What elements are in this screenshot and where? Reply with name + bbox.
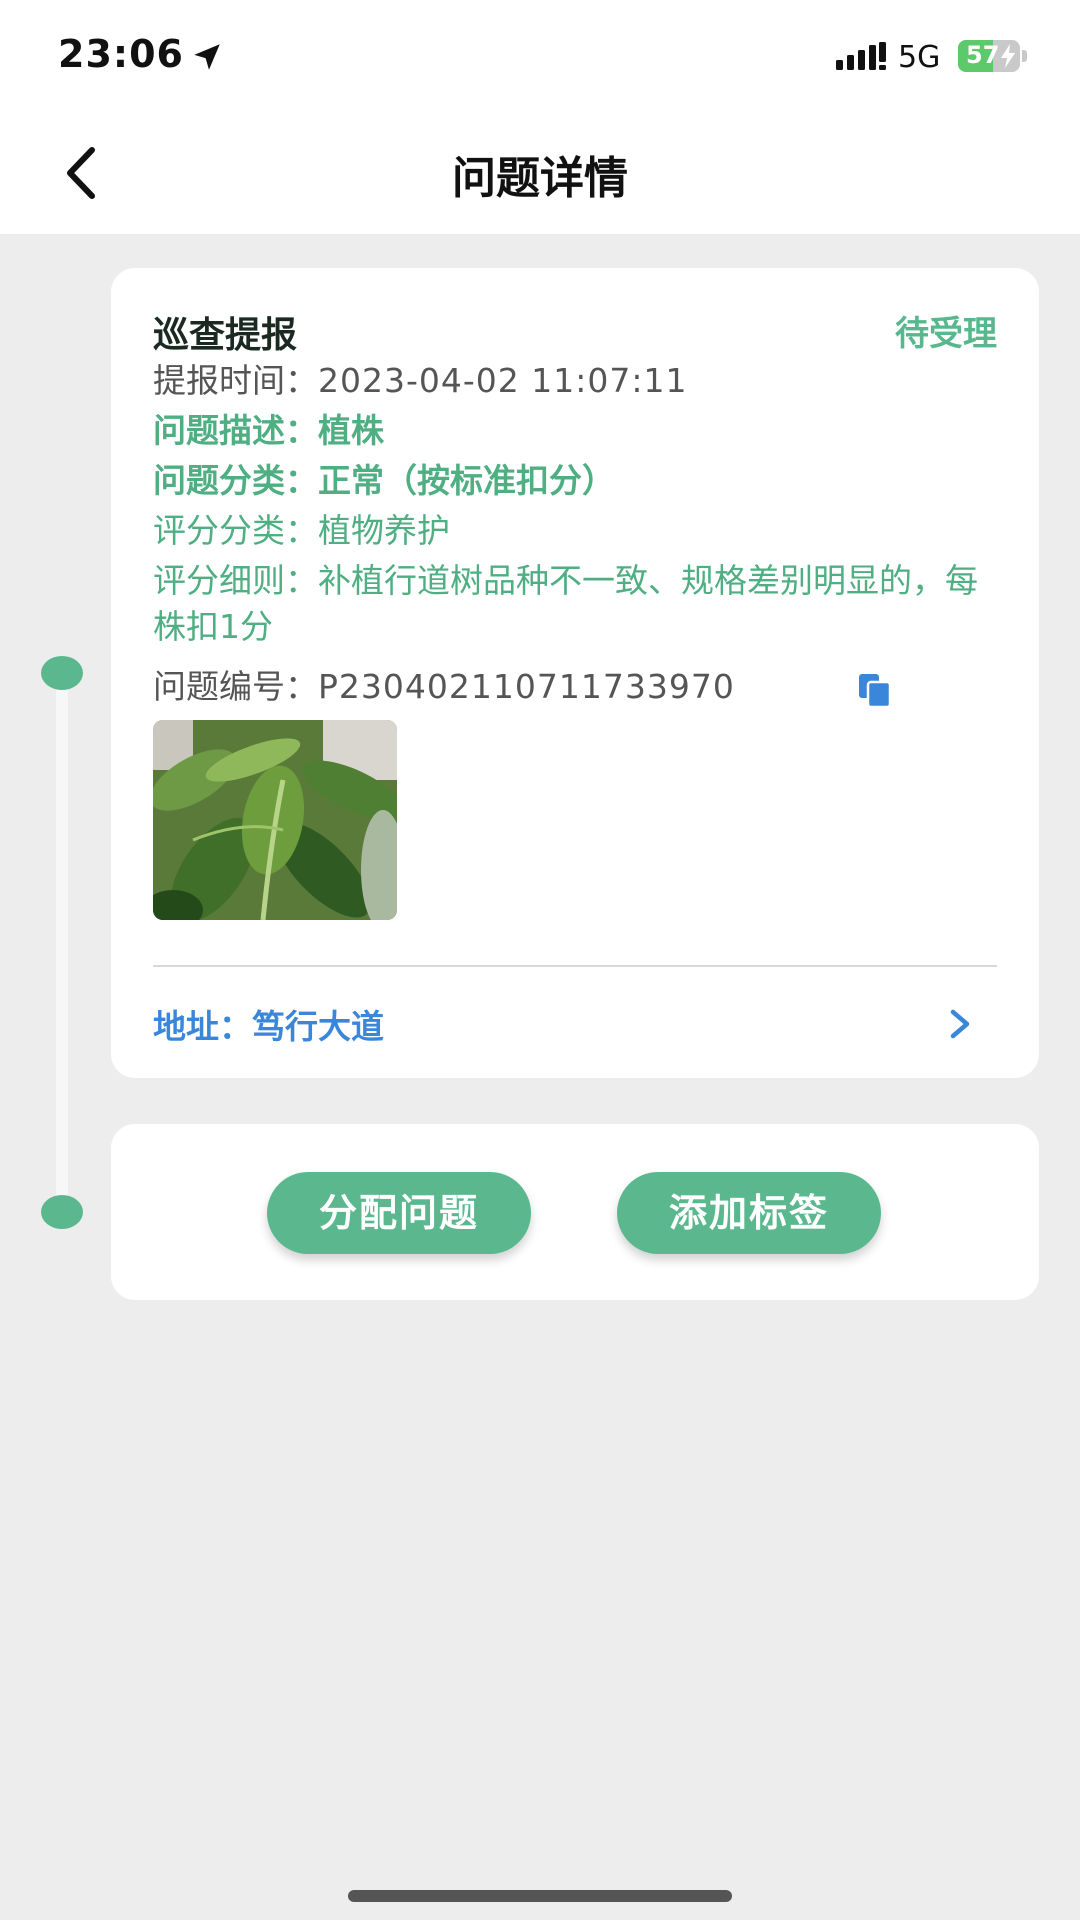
address-value: 笃行大道 xyxy=(252,1007,384,1046)
address-text: 地址：笃行大道 xyxy=(153,1000,384,1048)
score-category-row: 评分分类：植物养护 xyxy=(153,508,993,554)
category-row: 问题分类：正常（按标准扣分） xyxy=(153,458,993,504)
status-badge: 待受理 xyxy=(895,314,997,354)
report-time-row: 提报时间：2023-04-02 11:07:11 xyxy=(153,358,993,404)
score-rule-row: 评分细则：补植行道树品种不一致、规格差别明显的，每株扣1分 xyxy=(153,558,993,650)
status-bar: 23:06 5G 57 xyxy=(0,0,1080,110)
timeline-dot-actions xyxy=(41,1195,83,1229)
signal-icon xyxy=(836,42,886,70)
divider xyxy=(153,965,997,967)
report-time-label: 提报时间： xyxy=(153,361,318,400)
report-time-value: 2023-04-02 11:07:11 xyxy=(318,361,688,400)
chevron-right-icon xyxy=(950,1009,970,1039)
category-label: 问题分类： xyxy=(153,461,318,500)
plant-photo[interactable] xyxy=(153,720,397,920)
nav-bar: 问题详情 xyxy=(0,110,1080,234)
actions-card: 分配问题 添加标签 xyxy=(111,1124,1039,1300)
issue-no-label: 问题编号： xyxy=(153,667,318,706)
charging-bolt-icon xyxy=(1001,44,1015,68)
battery-cap xyxy=(1022,50,1027,62)
copy-icon[interactable] xyxy=(855,670,895,710)
status-time: 23:06 xyxy=(58,32,184,76)
battery-icon: 57 xyxy=(958,40,1020,72)
address-label: 地址： xyxy=(153,1007,252,1046)
report-title: 巡查提报 xyxy=(153,315,298,356)
score-rule-label: 评分细则： xyxy=(153,561,318,600)
timeline-dot-report xyxy=(41,656,83,690)
issue-no-value: P230402110711733970 xyxy=(318,667,735,706)
add-tag-button[interactable]: 添加标签 xyxy=(617,1172,881,1254)
assign-issue-button[interactable]: 分配问题 xyxy=(267,1172,531,1254)
score-category-label: 评分分类： xyxy=(153,511,318,550)
home-indicator xyxy=(348,1890,732,1902)
description-row: 问题描述：植株 xyxy=(153,408,993,454)
description-value: 植株 xyxy=(318,411,384,450)
address-row[interactable]: 地址：笃行大道 xyxy=(153,996,997,1056)
report-card: 巡查提报 待受理 提报时间：2023-04-02 11:07:11 问题描述：植… xyxy=(111,268,1039,1078)
category-value: 正常（按标准扣分） xyxy=(318,461,615,500)
page-title: 问题详情 xyxy=(452,153,628,204)
battery-percent: 57 xyxy=(966,41,1000,69)
score-category-value: 植物养护 xyxy=(318,511,450,550)
location-arrow-icon xyxy=(194,44,220,70)
timeline-line xyxy=(56,672,68,1212)
network-label: 5G xyxy=(898,40,941,75)
description-label: 问题描述： xyxy=(153,411,318,450)
